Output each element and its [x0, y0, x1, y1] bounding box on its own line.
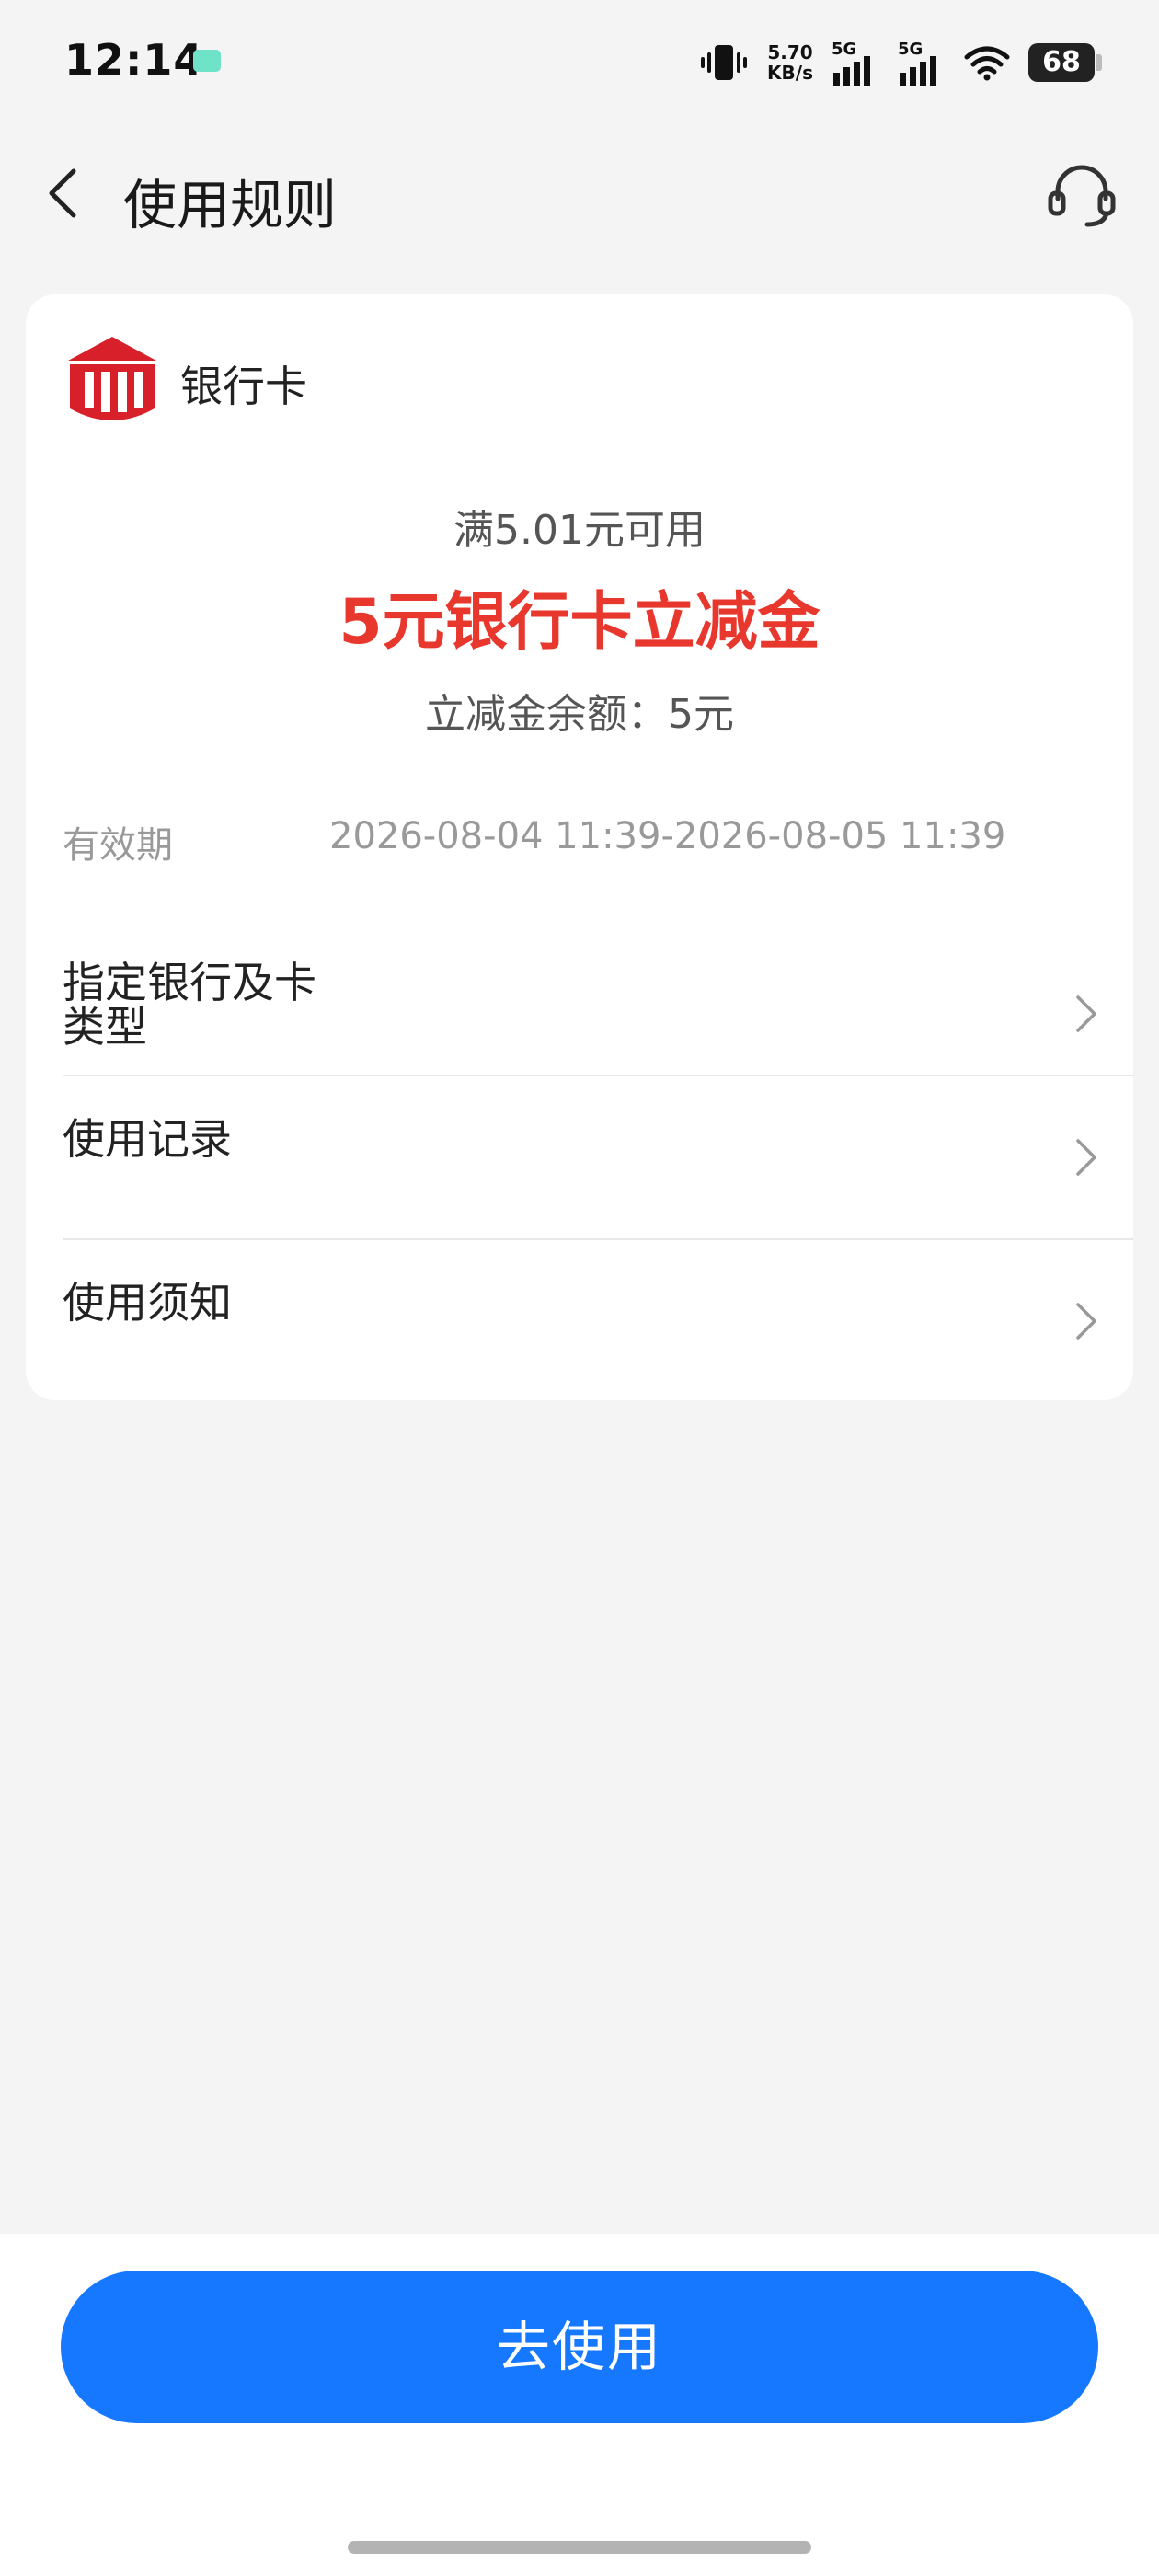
nav-bar: 使用规则: [0, 138, 1159, 248]
row-usage-records[interactable]: 使用记录: [63, 1076, 1133, 1236]
row-label: 指定银行及卡 类型: [63, 960, 316, 1049]
row-usage-notice[interactable]: 使用须知: [63, 1240, 1133, 1400]
status-time: 12:14: [64, 35, 204, 85]
voucher-balance: 立减金余额：5元: [425, 691, 734, 738]
voucher-title: 5元银行卡立减金: [339, 586, 820, 659]
chevron-right-icon: [1076, 995, 1096, 1032]
validity-value: 2026-08-04 11:39-2026-08-05 11:39: [329, 815, 1006, 857]
row-label: 使用须知: [63, 1278, 232, 1328]
voucher-card: 银行卡 满5.01元可用 5元银行卡立减金 立减金余额：5元 有效期 2026-…: [26, 294, 1133, 1400]
chevron-right-icon: [1076, 1139, 1096, 1176]
use-now-button[interactable]: 去使用: [61, 2271, 1098, 2423]
row-label-line-1: 指定银行及卡: [63, 958, 316, 1007]
page-title: 使用规则: [123, 174, 338, 236]
notification-icon: [193, 50, 221, 72]
row-label: 使用记录: [63, 1114, 232, 1164]
home-indicator[interactable]: [348, 2541, 811, 2554]
battery-icon: 68: [1028, 43, 1102, 82]
system-icons: 5.70 KB/s 5G 5G 68: [699, 37, 1102, 88]
usage-threshold: 满5.01元可用: [453, 507, 706, 554]
back-icon[interactable]: [40, 166, 92, 221]
network-speed-value: 5.70: [767, 41, 813, 63]
signal-icon: 5G: [832, 40, 879, 86]
signal-icon: 5G: [898, 40, 946, 86]
row-designated-bank-card-type[interactable]: 指定银行及卡 类型: [63, 959, 1133, 1073]
bottom-action-area: 去使用: [0, 2234, 1159, 2576]
row-label-line-2: 类型: [63, 1002, 147, 1052]
status-bar: 12:14 5.70 KB/s 5G 5G 68: [0, 0, 1159, 123]
vibrate-icon: [701, 45, 748, 80]
network-speed-unit: KB/s: [767, 62, 813, 84]
bank-name: 银行卡: [180, 362, 307, 411]
network-speed: 5.70 KB/s: [767, 42, 813, 83]
validity-label: 有效期: [63, 824, 173, 867]
wifi-icon: [964, 46, 1010, 81]
chevron-right-icon: [1076, 1303, 1096, 1340]
bank-logo-icon: [68, 337, 156, 420]
headset-icon[interactable]: [1045, 158, 1119, 232]
